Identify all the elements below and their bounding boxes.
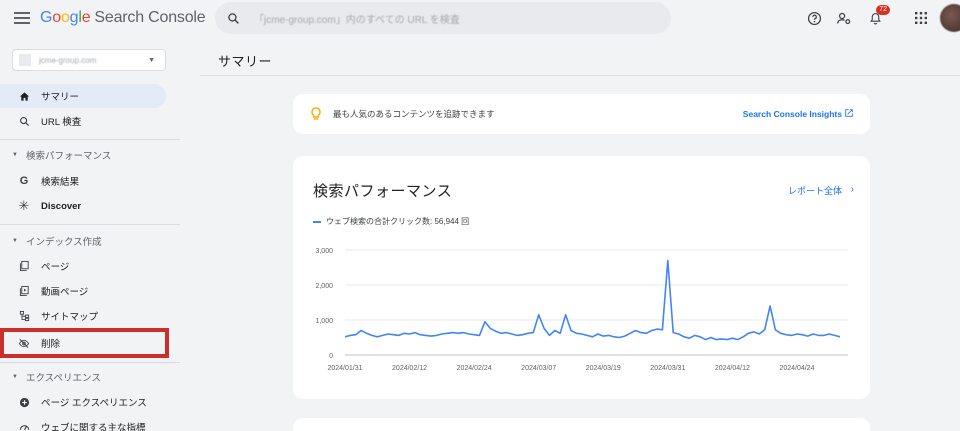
search-console-insights-link[interactable]: Search Console Insights — [743, 109, 842, 119]
sitemap-icon — [18, 310, 30, 322]
notifications-icon[interactable]: 72 — [866, 5, 890, 27]
property-selector[interactable]: jcme-group.com ▼ — [12, 49, 166, 71]
section-title: インデックス作成 — [25, 237, 102, 248]
sidebar-item-search-results[interactable]: G 検索結果 — [0, 169, 170, 193]
section-search-performance[interactable]: ▼ 検索パフォーマンス — [0, 145, 170, 165]
y-tick-label: 2,000 — [315, 283, 333, 290]
sidebar-divider — [0, 362, 180, 363]
y-tick-label: 3,000 — [315, 248, 333, 255]
logo-letter: o — [52, 9, 61, 26]
x-tick-label: 2024/03/31 — [650, 365, 685, 372]
performance-card: 検索パフォーマンス レポート全体 › ウェブ検索の合計クリック数: 56,944… — [293, 156, 870, 399]
top-app-bar: Google Search Console 「jcme-group.com」内のす… — [0, 0, 960, 40]
section-toggle-icon: ▼ — [12, 152, 18, 158]
x-tick-label: 2024/02/24 — [457, 365, 492, 372]
sidebar-item-page-experience[interactable]: ページ エクスペリエンス — [0, 390, 170, 414]
section-toggle-icon: ▼ — [12, 238, 18, 244]
sidebar-item-label: サイトマップ — [41, 312, 99, 323]
sidebar-item-label: サマリー — [41, 92, 80, 103]
search-placeholder: 「jcme-group.com」内のすべての URL を検査 — [254, 14, 460, 26]
google-g-icon: G — [19, 175, 29, 187]
search-icon — [18, 115, 30, 127]
pages-icon — [18, 260, 30, 272]
insights-card: 最も人気のあるコンテンツを追跡できます Search Console Insig… — [293, 94, 870, 134]
sidebar-item-label: Discover — [41, 200, 82, 212]
account-avatar[interactable] — [940, 4, 960, 32]
sidebar-item-label: 検索結果 — [41, 177, 80, 188]
url-inspection-search[interactable]: 「jcme-group.com」内のすべての URL を検査 — [215, 2, 671, 34]
search-icon — [228, 12, 239, 24]
sidebar-item-core-web-vitals[interactable]: ウェブに関する主な指標 — [0, 415, 170, 431]
search-console-logo[interactable]: Google Search Console — [40, 9, 206, 27]
sidebar-item-sitemaps[interactable]: サイトマップ — [0, 304, 170, 328]
manage-accounts-icon[interactable] — [835, 9, 853, 27]
logo-letter: G — [40, 9, 53, 26]
section-title: 検索パフォーマンス — [25, 151, 112, 162]
apps-icon[interactable] — [912, 9, 930, 27]
series-line-clicks — [344, 259, 841, 341]
asterisk-icon: ✳ — [18, 198, 30, 213]
y-tick-label: 0 — [329, 353, 333, 360]
sidebar-item-pages[interactable]: ページ — [0, 254, 170, 278]
x-tick-label: 2024/04/12 — [715, 365, 750, 372]
section-experience[interactable]: ▼ エクスペリエンス — [0, 367, 170, 387]
x-tick-label: 2024/03/19 — [586, 365, 621, 372]
sidebar-item-video-pages[interactable]: 動画ページ — [0, 279, 170, 303]
open-in-new-icon[interactable] — [844, 108, 854, 118]
property-name: jcme-group.com — [39, 55, 97, 65]
sidebar-item-label: 動画ページ — [41, 287, 89, 298]
insights-message: 最も人気のあるコンテンツを追跡できます — [333, 109, 495, 119]
x-tick-label: 2024/01/31 — [327, 365, 362, 372]
y-tick-label: 1,000 — [315, 318, 333, 325]
logo-product-name: Search Console — [94, 9, 206, 26]
speed-icon — [18, 421, 30, 431]
property-favicon — [19, 54, 31, 66]
section-toggle-icon: ▼ — [12, 374, 18, 380]
sidebar-item-label: ページ エクスペリエンス — [41, 398, 147, 409]
next-card — [293, 418, 870, 431]
sidebar-item-label: URL 検査 — [41, 117, 82, 128]
notification-count-badge: 72 — [876, 5, 890, 15]
sidebar-divider — [0, 224, 180, 225]
section-indexing[interactable]: ▼ インデックス作成 — [0, 231, 170, 251]
menu-icon[interactable] — [14, 12, 30, 24]
sidebar-item-summary[interactable]: サマリー — [0, 84, 166, 108]
logo-letter: e — [81, 9, 91, 26]
x-tick-label: 2024/04/24 — [779, 365, 814, 372]
sidebar-divider — [0, 139, 180, 140]
help-icon[interactable] — [805, 9, 823, 27]
home-icon — [18, 90, 30, 102]
add-circle-icon — [18, 396, 30, 408]
section-title: エクスペリエンス — [25, 373, 101, 384]
chevron-down-icon: ▼ — [148, 56, 155, 64]
x-tick-label: 2024/02/12 — [392, 365, 427, 372]
sidebar-item-discover[interactable]: ✳ Discover — [0, 194, 170, 218]
lightbulb-icon — [311, 107, 321, 120]
highlight-box — [0, 328, 169, 358]
sidebar-item-url-inspection[interactable]: URL 検査 — [0, 109, 170, 133]
header-divider — [200, 75, 960, 76]
sidebar-item-label: ページ — [41, 262, 70, 273]
logo-letter: o — [60, 9, 70, 26]
page-title: サマリー — [218, 54, 273, 69]
video-pages-icon — [18, 285, 30, 297]
sidebar-item-label: ウェブに関する主な指標 — [41, 423, 146, 431]
x-tick-label: 2024/03/07 — [521, 365, 556, 372]
performance-chart: 3,000 2,000 1,000 0 2024/01/31 2024/02/12 2024… — [315, 248, 848, 372]
